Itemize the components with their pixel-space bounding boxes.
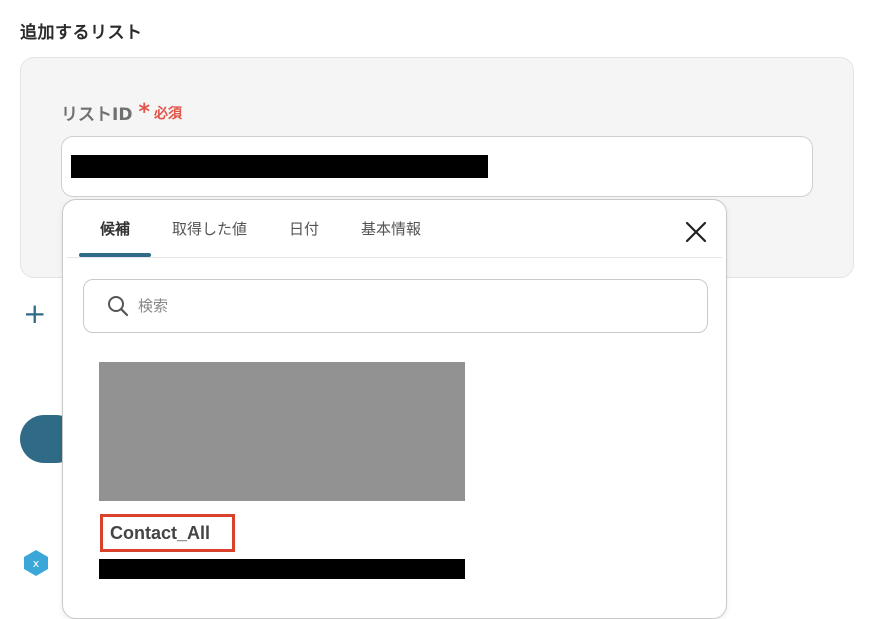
tab-date[interactable]: 日付 <box>268 200 340 257</box>
svg-text:x: x <box>33 557 40 570</box>
required-star: * <box>138 99 150 125</box>
tab-fetched-values[interactable]: 取得した値 <box>151 200 268 257</box>
search-icon <box>108 296 129 317</box>
option-contact-all[interactable]: Contact_All <box>100 514 235 552</box>
list-id-input[interactable] <box>61 136 813 197</box>
redacted-option-id <box>99 559 465 579</box>
tab-divider <box>67 257 722 258</box>
redacted-value <box>71 155 488 178</box>
tab-basic-info[interactable]: 基本情報 <box>340 200 442 257</box>
close-icon[interactable] <box>683 219 709 245</box>
app-logo-icon: x <box>24 550 48 576</box>
suggestion-dropdown: 候補 取得した値 日付 基本情報 Contact_All <box>62 199 727 619</box>
list-id-label-text: リストID <box>61 105 133 125</box>
plus-icon[interactable]: + <box>23 300 46 328</box>
required-indicator: * 必須 <box>138 99 182 125</box>
required-text: 必須 <box>153 105 182 122</box>
section-title: 追加するリスト <box>20 23 143 43</box>
list-id-label: リストID * 必須 <box>61 100 182 125</box>
search-box <box>83 279 708 333</box>
option-preview-image <box>99 362 465 501</box>
tab-candidates[interactable]: 候補 <box>79 200 152 257</box>
search-input[interactable] <box>136 296 680 316</box>
dropdown-tabs: 候補 取得した値 日付 基本情報 <box>79 200 442 257</box>
